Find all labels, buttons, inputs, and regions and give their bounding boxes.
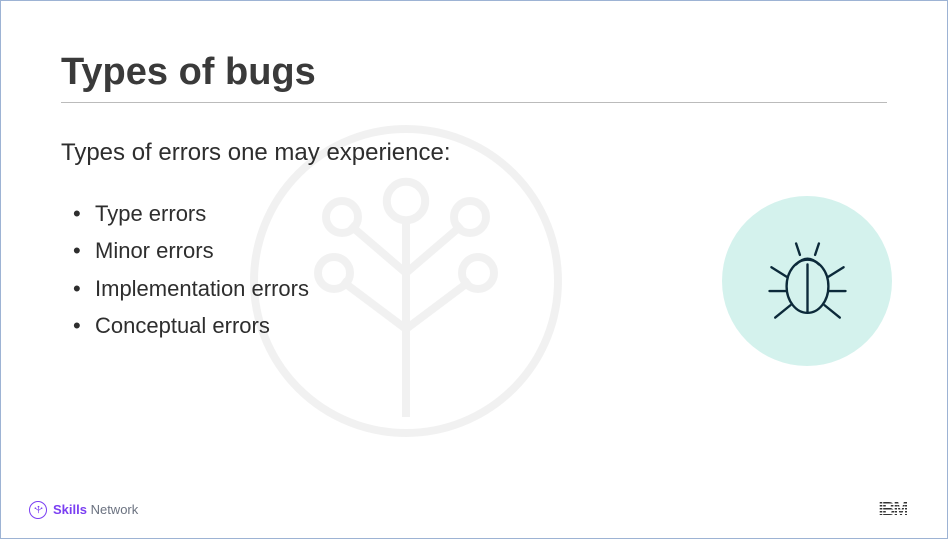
footer: Skills Network IBM [1, 499, 947, 520]
ibm-logo: IBM [879, 499, 908, 520]
title-underline [61, 102, 887, 103]
bug-badge [722, 196, 892, 366]
skills-network-brand: Skills Network [29, 501, 138, 519]
skills-regular: Network [87, 502, 138, 517]
slide-subtitle: Types of errors one may experience: [61, 139, 887, 167]
skills-network-logo-icon [29, 501, 47, 519]
slide: Types of bugs Types of errors one may ex… [1, 1, 947, 538]
skills-bold: Skills [53, 502, 87, 517]
bug-icon [760, 234, 855, 329]
slide-title: Types of bugs [61, 51, 887, 94]
skills-network-text: Skills Network [53, 502, 138, 517]
